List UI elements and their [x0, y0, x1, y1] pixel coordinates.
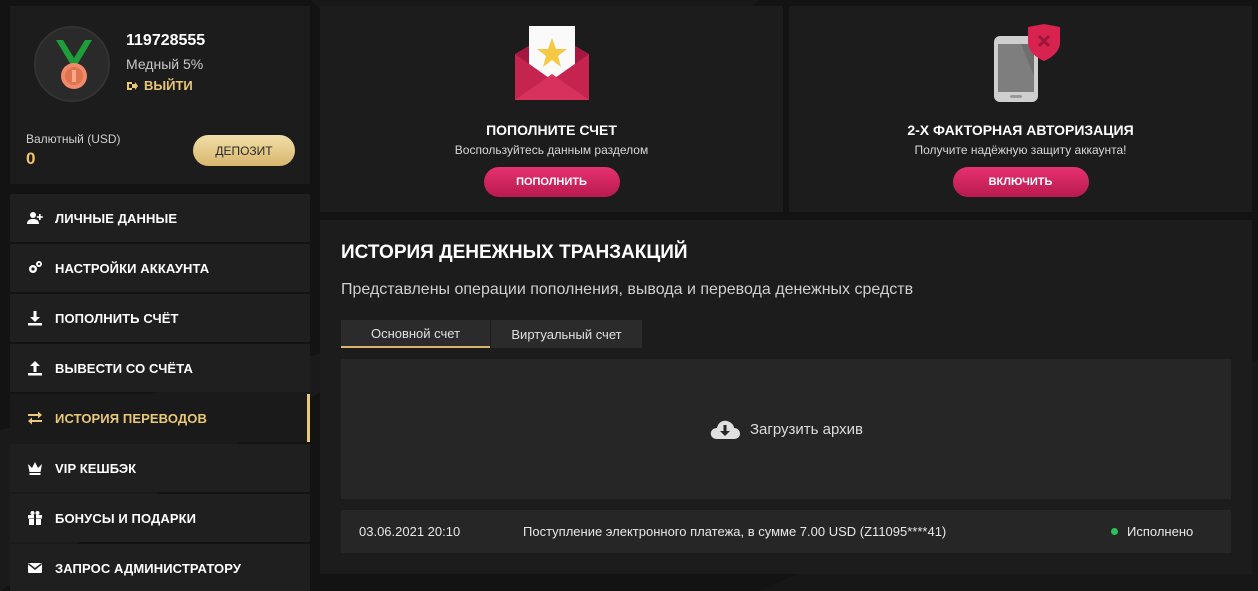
sidebar-item-admin-request[interactable]: ЗАПРОС АДМИНИСТРАТОРУ	[10, 544, 310, 591]
sidebar-item-label: ВЫВЕСТИ СО СЧЁТА	[55, 360, 193, 376]
table-row: 03.06.2021 20:10 Поступление электронног…	[341, 510, 1231, 553]
upload-icon	[26, 359, 44, 377]
sidebar-item-bonuses[interactable]: БОНУСЫ И ПОДАРКИ	[10, 494, 310, 542]
download-icon	[26, 309, 44, 327]
sidebar-menu: ЛИЧНЫЕ ДАННЫЕ НАСТРОЙКИ АККАУНТА ПОПОЛНИ…	[10, 194, 310, 591]
top-up-button[interactable]: ПОПОЛНИТЬ	[483, 167, 620, 197]
sidebar-item-personal-data[interactable]: ЛИЧНЫЕ ДАННЫЕ	[10, 194, 310, 242]
sidebar-item-label: ПОПОЛНИТЬ СЧЁТ	[55, 310, 179, 326]
sidebar-item-label: БОНУСЫ И ПОДАРКИ	[55, 510, 197, 526]
transactions-panel: ИСТОРИЯ ДЕНЕЖНЫХ ТРАНЗАКЦИЙ Представлены…	[320, 220, 1252, 574]
envelope-icon	[26, 559, 44, 577]
user-id: 119728555	[126, 32, 206, 49]
sidebar-item-label: ЗАПРОС АДМИНИСТРАТОРУ	[55, 560, 242, 576]
sidebar-item-deposit[interactable]: ПОПОЛНИТЬ СЧЁТ	[10, 294, 310, 342]
card-title: 2-Х ФАКТОРНАЯ АВТОРИЗАЦИЯ	[907, 122, 1134, 138]
sidebar-item-transfer-history[interactable]: ИСТОРИЯ ПЕРЕВОДОВ	[10, 394, 310, 442]
copper-medal-icon	[56, 40, 92, 89]
cloud-download-icon	[710, 420, 740, 439]
sidebar-item-account-settings[interactable]: НАСТРОЙКИ АККАУНТА	[10, 244, 310, 292]
balance-value: 0	[26, 149, 36, 168]
envelope-star-icon	[514, 26, 589, 100]
transaction-description: Поступление электронного платежа, в сумм…	[523, 524, 947, 539]
tab-main-account[interactable]: Основной счет	[341, 320, 490, 348]
crown-icon	[26, 459, 44, 477]
card-title: ПОПОЛНИТЕ СЧЕТ	[486, 122, 617, 138]
page-subtitle: Представлены операции пополнения, вывода…	[341, 281, 914, 298]
enable-2fa-button[interactable]: ВКЛЮЧИТЬ	[952, 167, 1089, 197]
logout-icon	[127, 81, 138, 90]
tab-virtual-account[interactable]: Виртуальный счет	[491, 320, 642, 348]
card-subtitle: Воспользуйтесь данным разделом	[454, 143, 649, 157]
gift-icon	[26, 509, 44, 527]
profile-panel: 119728555 Медный 5% ВЫЙТИ Валютный (USD)…	[10, 6, 310, 184]
sidebar-item-label: VIP КЕШБЭК	[55, 460, 137, 476]
exchange-icon	[26, 409, 44, 427]
page-title: ИСТОРИЯ ДЕНЕЖНЫХ ТРАНЗАКЦИЙ	[341, 242, 688, 263]
transaction-date: 03.06.2021 20:10	[359, 524, 461, 539]
sidebar-item-label: НАСТРОЙКИ АККАУНТА	[55, 260, 210, 276]
deposit-button[interactable]: ДЕПОЗИТ	[193, 135, 295, 166]
card-subtitle: Получите надёжную защиту аккаунта!	[914, 143, 1127, 157]
sidebar-item-vip-cashback[interactable]: VIP КЕШБЭК	[10, 444, 310, 492]
status-dot-icon	[1111, 528, 1118, 535]
sidebar-item-withdraw[interactable]: ВЫВЕСТИ СО СЧЁТА	[10, 344, 310, 392]
logout-label: ВЫЙТИ	[144, 78, 193, 93]
load-archive-label: Загрузить архив	[749, 420, 864, 438]
gears-icon	[26, 259, 44, 277]
user-plus-icon	[26, 209, 44, 227]
deposit-promo-card: ПОПОЛНИТЕ СЧЕТ Воспользуйтесь данным раз…	[320, 6, 783, 212]
status-label: Исполнено	[1127, 524, 1194, 539]
transaction-status: Исполнено	[1111, 524, 1193, 539]
currency-label: Валютный (USD)	[26, 132, 121, 146]
sidebar-item-label: ИСТОРИЯ ПЕРЕВОДОВ	[55, 410, 207, 426]
logout-link[interactable]: ВЫЙТИ	[126, 78, 193, 93]
user-rank: Медный 5%	[126, 56, 204, 72]
sidebar-item-label: ЛИЧНЫЕ ДАННЫЕ	[55, 210, 178, 226]
two-factor-promo-card: 2-Х ФАКТОРНАЯ АВТОРИЗАЦИЯ Получите надёж…	[789, 6, 1252, 212]
avatar	[34, 26, 110, 102]
load-archive-button[interactable]: Загрузить архив	[341, 359, 1231, 499]
account-tabs: Основной счет Виртуальный счет	[341, 320, 642, 348]
phone-shield-icon	[993, 24, 1060, 102]
